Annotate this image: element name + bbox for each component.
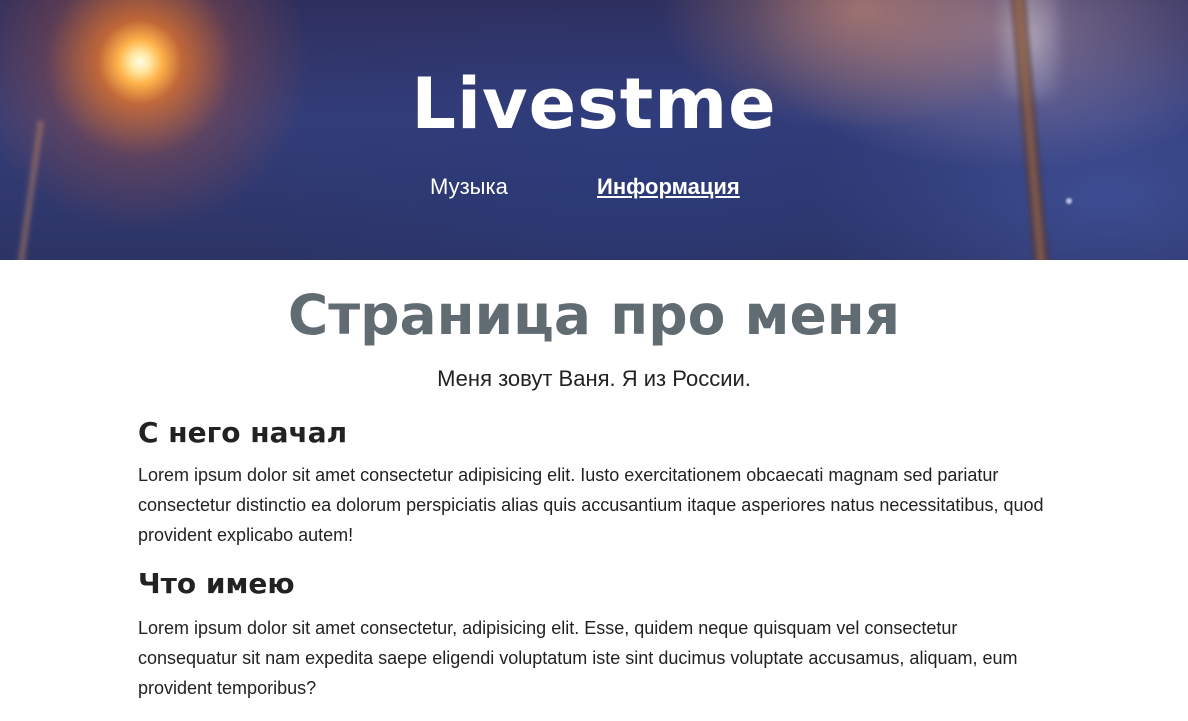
intro-text: Меня зовут Ваня. Я из России. <box>437 366 751 391</box>
nav-link-music[interactable]: Музыка <box>430 172 508 202</box>
main-nav: Музыка Информация <box>0 172 1188 204</box>
hero-header: Livestme Музыка Информация <box>0 0 1188 260</box>
section-text-start: Lorem ipsum dolor sit amet consectetur a… <box>138 465 1044 545</box>
section-text-have: Lorem ipsum dolor sit amet consectetur, … <box>138 618 1018 698</box>
nav-link-info[interactable]: Информация <box>597 172 740 202</box>
page-title: Страница про меня <box>287 283 901 347</box>
section-heading-have: Что имею <box>138 567 295 600</box>
section-heading-start: С него начал <box>138 416 348 449</box>
site-title: Livestme <box>411 63 777 145</box>
